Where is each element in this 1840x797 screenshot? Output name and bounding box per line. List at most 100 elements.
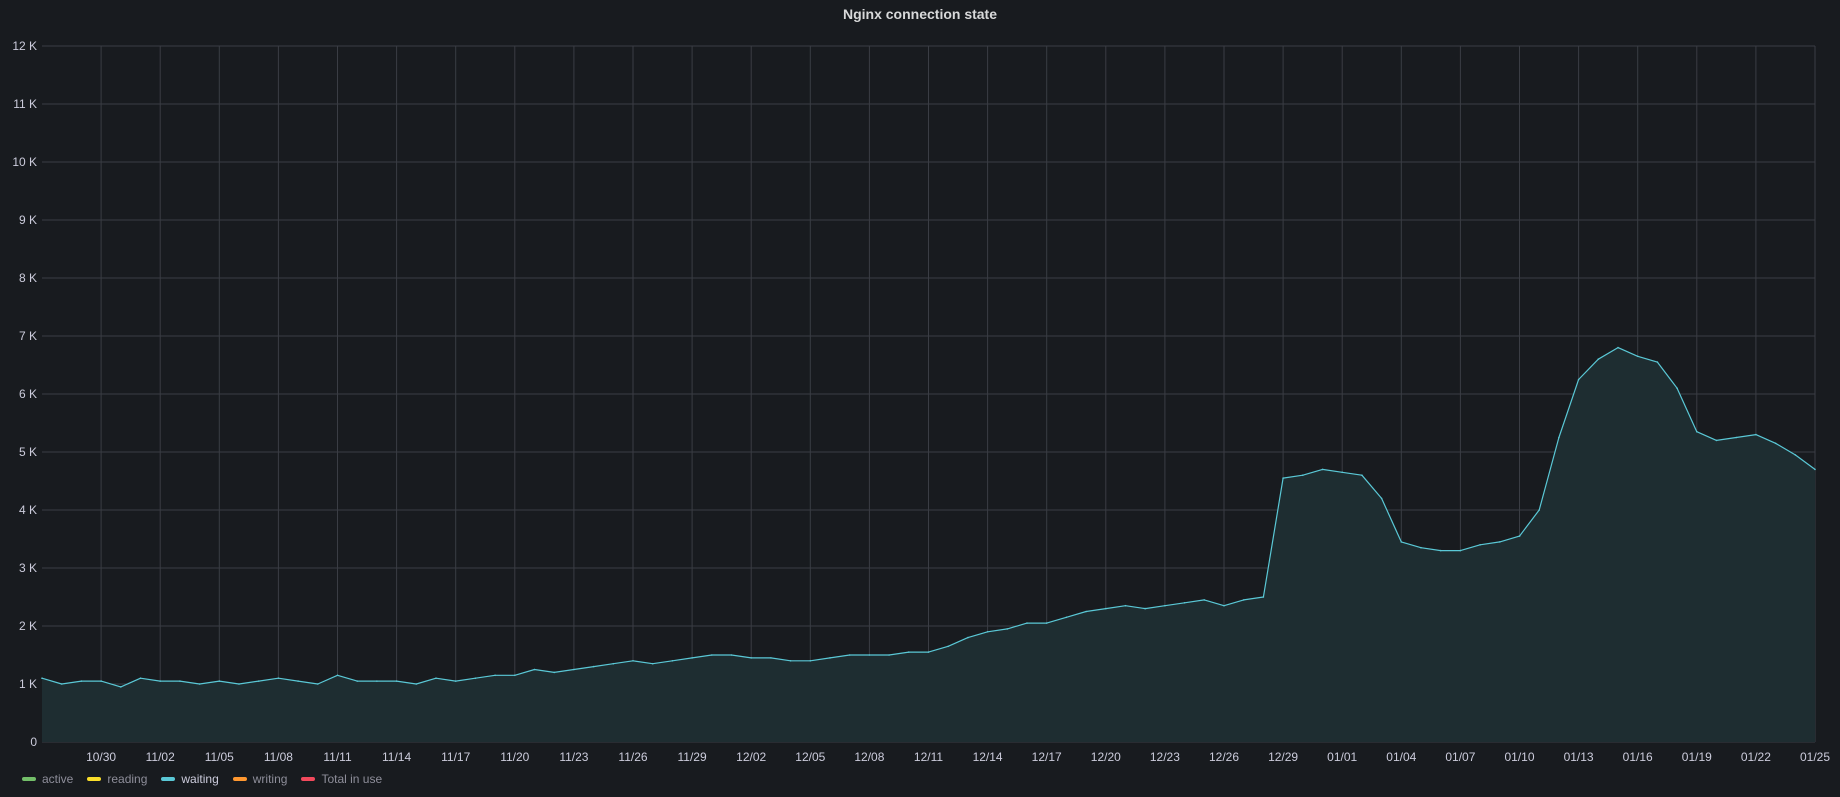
- x-tick-label: 12/08: [854, 750, 884, 764]
- data-point-waiting: [1518, 535, 1521, 537]
- data-point-waiting: [1538, 509, 1540, 511]
- legend-swatch: [22, 777, 36, 781]
- x-tick-label: 12/29: [1268, 750, 1298, 764]
- data-point-waiting: [336, 674, 339, 677]
- data-point-waiting: [1439, 549, 1442, 552]
- y-tick-label: 11 K: [13, 97, 37, 111]
- legend-item-waiting[interactable]: waiting: [161, 772, 219, 786]
- x-tick-label: 12/11: [914, 750, 943, 764]
- data-point-waiting: [829, 657, 831, 659]
- data-point-waiting: [671, 660, 674, 662]
- legend-label: active: [42, 772, 74, 786]
- data-point-waiting: [1715, 439, 1718, 442]
- y-tick-label: 2 K: [19, 619, 37, 633]
- data-point-waiting: [1814, 468, 1816, 471]
- data-point-waiting: [395, 680, 398, 682]
- legend-label: writing: [252, 772, 288, 786]
- x-tick-label: 11/05: [205, 750, 234, 764]
- data-point-waiting: [967, 636, 969, 639]
- data-point-waiting: [1558, 436, 1560, 439]
- data-point-waiting: [1223, 604, 1225, 607]
- data-point-waiting: [159, 680, 161, 682]
- y-axis: 0 1 K 2 K 3 K 4 K 5 K 6 K 7 K 8 K 9 K 10 K 11 K 12 K: [12, 39, 37, 749]
- y-tick-label: 6 K: [19, 387, 37, 401]
- data-point-waiting: [277, 677, 280, 679]
- data-point-waiting: [1617, 346, 1619, 349]
- legend-item-active[interactable]: active: [22, 772, 73, 786]
- data-point-waiting: [927, 651, 930, 653]
- y-tick-label: 9 K: [19, 213, 37, 227]
- data-point-waiting: [179, 680, 181, 682]
- data-point-waiting: [435, 677, 437, 679]
- data-point-waiting: [1380, 497, 1383, 500]
- data-point-waiting: [711, 654, 713, 656]
- x-tick-label: 11/02: [146, 750, 175, 764]
- data-point-waiting: [1085, 610, 1087, 613]
- data-point-waiting: [651, 662, 654, 665]
- data-point-waiting: [1164, 604, 1166, 607]
- data-point-waiting: [809, 660, 812, 662]
- data-point-waiting: [1026, 622, 1028, 624]
- data-point-waiting: [139, 677, 142, 679]
- legend-item-writing[interactable]: writing: [232, 772, 288, 786]
- data-point-waiting: [1794, 454, 1797, 456]
- data-point-waiting: [60, 683, 63, 685]
- data-point-waiting: [1656, 361, 1659, 363]
- y-tick-label: 8 K: [19, 271, 37, 285]
- data-point-waiting: [691, 657, 693, 659]
- data-point-waiting: [1045, 622, 1048, 624]
- x-tick-label: 11/20: [500, 750, 529, 764]
- data-point-waiting: [1459, 549, 1462, 552]
- data-point-waiting: [415, 683, 418, 685]
- data-point-waiting: [1420, 546, 1422, 549]
- x-tick-label: 01/10: [1504, 750, 1534, 764]
- data-point-waiting: [454, 680, 457, 682]
- data-point-waiting: [592, 665, 595, 668]
- legend-item-reading[interactable]: reading: [87, 772, 147, 786]
- data-point-waiting: [1361, 474, 1363, 477]
- data-point-waiting: [888, 654, 890, 656]
- data-point-waiting: [317, 683, 319, 685]
- data-point-waiting: [356, 680, 359, 682]
- data-point-waiting: [1774, 442, 1777, 445]
- x-tick-label: 01/19: [1682, 750, 1712, 764]
- legend-label: reading: [107, 772, 148, 786]
- y-tick-label: 0: [30, 735, 37, 749]
- data-point-waiting: [1400, 541, 1403, 543]
- data-point-waiting: [120, 686, 122, 688]
- legend-swatch: [161, 777, 176, 781]
- data-point-waiting: [1597, 358, 1600, 361]
- x-tick-label: 11/08: [264, 750, 293, 764]
- data-point-waiting: [1499, 541, 1501, 543]
- data-point-waiting: [1242, 599, 1245, 601]
- legend-swatch: [232, 777, 247, 781]
- data-point-waiting: [1203, 599, 1206, 601]
- x-tick-label: 11/29: [678, 750, 707, 764]
- data-point-waiting: [750, 657, 752, 659]
- legend-swatch: [301, 777, 316, 781]
- data-point-waiting: [198, 683, 201, 685]
- data-point-waiting: [553, 671, 555, 674]
- x-tick-label: 12/02: [736, 750, 766, 764]
- data-point-waiting: [218, 680, 221, 682]
- legend: active reading waiting writing Total in use: [22, 772, 382, 786]
- data-point-waiting: [573, 668, 575, 671]
- data-point-waiting: [533, 668, 536, 671]
- data-point-waiting: [238, 683, 240, 685]
- x-tick-label: 11/23: [559, 750, 588, 764]
- x-tick-label: 12/05: [795, 750, 825, 764]
- data-point-waiting: [297, 680, 299, 682]
- data-point-waiting: [1696, 430, 1698, 433]
- y-tick-label: 1 K: [19, 677, 37, 691]
- data-point-waiting: [1479, 544, 1481, 546]
- legend-label: Total in use: [321, 772, 383, 786]
- data-point-waiting: [1105, 607, 1107, 610]
- legend-label: waiting: [181, 772, 219, 786]
- y-tick-label: 7 K: [19, 329, 37, 343]
- data-point-waiting: [474, 677, 477, 679]
- legend-item-total-in-use[interactable]: Total in use: [301, 772, 382, 786]
- data-point-waiting: [257, 680, 260, 682]
- legend-swatch: [87, 777, 102, 781]
- data-point-waiting: [1341, 471, 1343, 474]
- x-tick-label: 11/11: [323, 750, 352, 764]
